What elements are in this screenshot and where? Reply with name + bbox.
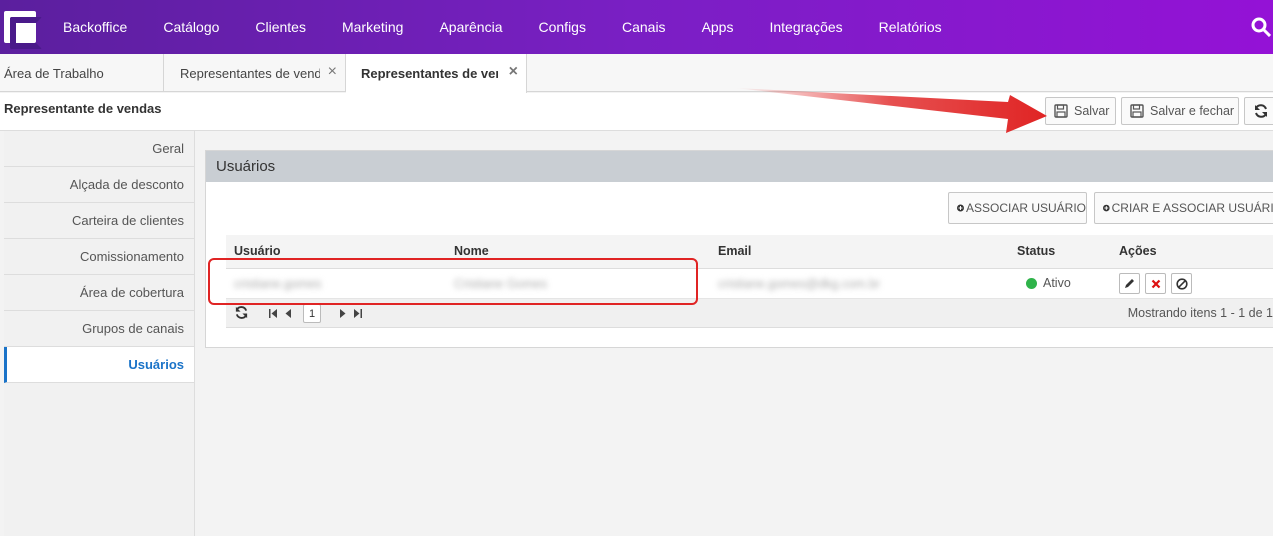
remove-button[interactable] — [1145, 273, 1166, 294]
save-button-label: Salvar — [1074, 104, 1110, 118]
side-item-alcada-desconto[interactable]: Alçada de desconto — [4, 167, 194, 203]
create-associate-user-label: CRIAR E ASSOCIAR USUÁRIO — [1111, 201, 1273, 215]
nav-apps[interactable]: Apps — [684, 0, 752, 54]
close-icon[interactable]: × — [328, 64, 337, 80]
plus-circle-icon — [957, 204, 964, 212]
create-associate-user-button[interactable]: CRIAR E ASSOCIAR USUÁRIO — [1094, 192, 1273, 224]
prev-page-icon[interactable] — [285, 309, 292, 318]
pager-info: Mostrando itens 1 - 1 de 1 — [1127, 306, 1273, 320]
side-item-geral[interactable]: Geral — [4, 131, 194, 167]
refresh-button[interactable] — [1244, 97, 1273, 125]
page-number[interactable]: 1 — [303, 304, 321, 323]
tab-workspace[interactable]: Área de Trabalho — [0, 54, 164, 92]
side-item-usuarios[interactable]: Usuários — [4, 347, 194, 383]
nav-aparencia[interactable]: Aparência — [421, 0, 520, 54]
status-dot-icon — [1026, 277, 1037, 289]
last-page-icon[interactable] — [353, 309, 362, 318]
side-menu: Geral Alçada de desconto Carteira de cli… — [4, 131, 195, 536]
refresh-icon[interactable] — [234, 305, 249, 320]
associate-user-button[interactable]: ASSOCIAR USUÁRIO — [948, 192, 1087, 224]
nav-canais[interactable]: Canais — [604, 0, 684, 54]
refresh-icon — [1255, 104, 1267, 118]
cell-email: cristiane.gomes@dkg.com.br — [718, 277, 881, 291]
first-page-icon[interactable] — [269, 309, 278, 318]
side-item-carteira-clientes[interactable]: Carteira de clientes — [4, 203, 194, 239]
block-button[interactable] — [1171, 273, 1192, 294]
pencil-icon — [1125, 279, 1134, 288]
tab-representantes-2[interactable]: Representantes de vendas × — [346, 54, 527, 93]
floppy-icon — [1054, 104, 1068, 118]
nav-integracoes[interactable]: Integrações — [751, 0, 860, 54]
col-status[interactable]: Status — [1017, 244, 1055, 258]
plus-circle-icon — [1103, 204, 1110, 212]
associate-user-label: ASSOCIAR USUÁRIO — [965, 201, 1086, 215]
users-panel: Usuários ASSOCIAR USUÁRIO CRIAR E ASSOCI… — [205, 150, 1273, 348]
col-usuario[interactable]: Usuário — [234, 244, 281, 258]
panel-title: Usuários — [206, 151, 1273, 182]
col-acoes: Ações — [1119, 244, 1157, 258]
save-and-close-label: Salvar e fechar — [1150, 104, 1235, 118]
status-badge: Ativo — [1026, 276, 1071, 290]
save-and-close-button[interactable]: Salvar e fechar — [1121, 97, 1239, 125]
nav-relatorios[interactable]: Relatórios — [861, 0, 960, 54]
save-button[interactable]: Salvar — [1045, 97, 1116, 125]
nav-catalogo[interactable]: Catálogo — [145, 0, 237, 54]
tab-representantes-1[interactable]: Representantes de vendas × — [164, 54, 346, 92]
page-title: Representante de vendas — [4, 101, 162, 116]
edit-button[interactable] — [1119, 273, 1140, 294]
row-actions — [1119, 273, 1192, 294]
tab-representantes-1-label: Representantes de vendas — [180, 65, 320, 81]
nav-configs[interactable]: Configs — [521, 0, 604, 54]
close-icon[interactable]: × — [509, 64, 518, 80]
nav-marketing[interactable]: Marketing — [324, 0, 421, 54]
search-icon[interactable] — [1251, 17, 1271, 37]
col-email[interactable]: Email — [718, 244, 751, 258]
nav-backoffice[interactable]: Backoffice — [63, 0, 145, 54]
side-item-area-cobertura[interactable]: Área de cobertura — [4, 275, 194, 311]
side-item-grupos-canais[interactable]: Grupos de canais — [4, 311, 194, 347]
next-page-icon[interactable] — [339, 309, 346, 318]
app-logo[interactable] — [4, 11, 42, 49]
main-menu: Backoffice Catálogo Clientes Marketing A… — [63, 0, 960, 54]
close-icon — [1151, 279, 1160, 288]
highlight-box — [208, 258, 698, 305]
nav-clientes[interactable]: Clientes — [237, 0, 324, 54]
side-item-comissionamento[interactable]: Comissionamento — [4, 239, 194, 275]
tab-bar: Área de Trabalho Representantes de venda… — [0, 54, 1273, 93]
tab-representantes-2-label: Representantes de vendas — [361, 66, 498, 81]
col-nome[interactable]: Nome — [454, 244, 489, 258]
status-text: Ativo — [1043, 276, 1071, 290]
page-header: Representante de vendas Salvar Salvar e … — [0, 93, 1273, 131]
floppy-icon — [1130, 104, 1144, 118]
ban-icon — [1175, 277, 1188, 290]
top-navbar: Backoffice Catálogo Clientes Marketing A… — [0, 0, 1273, 54]
tab-workspace-label: Área de Trabalho — [4, 65, 104, 81]
